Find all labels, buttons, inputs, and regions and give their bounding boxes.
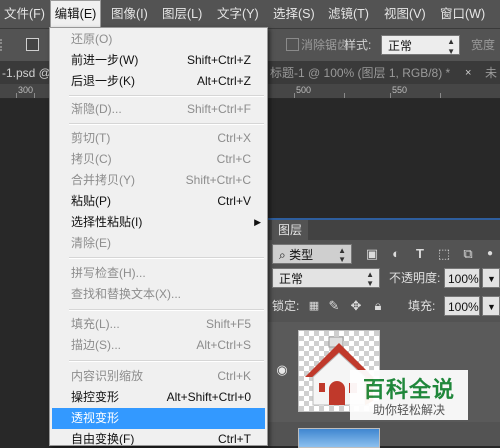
width-label: 宽度 bbox=[471, 38, 496, 52]
menu-item-copy[interactable]: 拷贝(C) Ctrl+C bbox=[52, 149, 265, 170]
fill-dropdown-icon[interactable]: ▼ bbox=[482, 296, 500, 316]
menu-item-step-backward[interactable]: 后退一步(K) Alt+Ctrl+Z bbox=[52, 71, 265, 92]
menu-window[interactable]: 窗口(W) bbox=[440, 0, 485, 28]
opacity-dropdown-icon[interactable]: ▼ bbox=[482, 268, 500, 288]
menu-item-spell-check[interactable]: 拼写检查(H)... bbox=[52, 263, 265, 284]
lock-transparent-icon[interactable]: ▦ bbox=[306, 298, 322, 314]
menu-separator bbox=[69, 257, 264, 259]
menu-item-paste[interactable]: 粘贴(P) Ctrl+V bbox=[52, 191, 265, 212]
shape-filter-icon[interactable]: ⬚ bbox=[436, 246, 452, 262]
new-selection-icon[interactable] bbox=[26, 38, 39, 51]
menu-item-content-aware-scale[interactable]: 内容识别缩放 Ctrl+K bbox=[52, 366, 265, 387]
edit-menu-dropdown: 还原(O) 前进一步(W) Shift+Ctrl+Z 后退一步(K) Alt+Ctr… bbox=[49, 27, 268, 446]
lock-all-icon[interactable]: 🔒︎ bbox=[370, 298, 386, 314]
doc-tab-2[interactable]: 标题-1 @ 100% (图层 1, RGB/8) * bbox=[270, 62, 450, 84]
filter-value: 类型 bbox=[289, 248, 314, 262]
layer-filter-row: ⌕ 类型 ▲ ▼ ▣ ◐ T ⬚ ⧉ ● bbox=[268, 240, 500, 268]
ruler-label: 500 bbox=[296, 85, 312, 95]
menu-item-clear[interactable]: 清除(E) bbox=[52, 233, 265, 254]
watermark-subtitle: 助你轻松解决 bbox=[372, 403, 445, 417]
menu-edit[interactable]: 编辑(E) bbox=[50, 0, 101, 28]
menu-item-copy-merged[interactable]: 合并拷贝(Y) Shift+Ctrl+C bbox=[52, 170, 265, 191]
tab-layers[interactable]: 图层 bbox=[272, 220, 309, 240]
style-value: 正常 bbox=[388, 39, 413, 53]
menu-item-undo[interactable]: 还原(O) bbox=[52, 29, 265, 50]
opacity-input[interactable]: 100% bbox=[444, 268, 480, 288]
blend-mode-select[interactable]: 正常 ▲ ▼ bbox=[272, 268, 380, 288]
lock-brush-icon[interactable]: ✎ bbox=[326, 298, 342, 314]
watermark: 百科全说 助你轻松解决 bbox=[350, 370, 468, 420]
menu-item-fill[interactable]: 填充(L)... Shift+F5 bbox=[52, 314, 265, 335]
menu-select[interactable]: 选择(S) bbox=[273, 0, 315, 28]
style-label: 样式: bbox=[344, 38, 372, 52]
menu-type[interactable]: 文字(Y) bbox=[217, 0, 259, 28]
blend-row: 正常 ▲ ▼ 不透明度: 100% ▼ bbox=[268, 268, 500, 292]
menu-item-paste-special[interactable]: 选择性粘贴(I) ▶ bbox=[52, 212, 265, 233]
ruler-label: 550 bbox=[392, 85, 408, 95]
visibility-eye-icon[interactable]: ◉ bbox=[274, 362, 290, 378]
menu-separator bbox=[69, 95, 264, 97]
close-icon[interactable]: × bbox=[465, 62, 471, 84]
layers-panel-header: 图层 bbox=[268, 220, 500, 240]
filter-search-icon: ⌕ bbox=[279, 248, 286, 262]
menu-item-stroke[interactable]: 描边(S)... Alt+Ctrl+S bbox=[52, 335, 265, 356]
menu-separator bbox=[69, 309, 264, 311]
antialias-label: 消除锯齿 bbox=[301, 38, 350, 52]
grip-handle[interactable] bbox=[0, 39, 10, 51]
menu-separator bbox=[69, 123, 264, 125]
menu-image[interactable]: 图像(I) bbox=[111, 0, 148, 28]
menu-item-fade[interactable]: 渐隐(D)... Shift+Ctrl+F bbox=[52, 99, 265, 120]
menu-item-free-transform[interactable]: 自由变换(F) Ctrl+T bbox=[52, 429, 265, 445]
doc-tab-1[interactable]: -1.psd @ bbox=[2, 62, 51, 84]
image-filter-icon[interactable]: ▣ bbox=[364, 246, 380, 262]
fill-label: 填充: bbox=[408, 299, 436, 313]
style-select[interactable]: 正常 ▲ ▼ bbox=[381, 35, 460, 56]
submenu-arrow-icon: ▶ bbox=[254, 217, 261, 227]
menu-item-perspective-warp[interactable]: 透视变形 bbox=[52, 408, 265, 429]
opacity-label: 不透明度: bbox=[389, 271, 441, 285]
lock-label: 锁定: bbox=[272, 299, 300, 313]
blend-mode-value: 正常 bbox=[279, 272, 304, 286]
lock-row: 锁定: ▦ ✎ ✥ 🔒︎ 填充: 100% ▼ bbox=[268, 296, 500, 320]
menu-bar: 文件(F) 编辑(E) 图像(I) 图层(L) 文字(Y) 选择(S) 滤镜(T… bbox=[0, 0, 500, 29]
menu-item-puppet-warp[interactable]: 操控变形 Alt+Shift+Ctrl+0 bbox=[52, 387, 265, 408]
menu-item-step-forward[interactable]: 前进一步(W) Shift+Ctrl+Z bbox=[52, 50, 265, 71]
menu-layer[interactable]: 图层(L) bbox=[162, 0, 202, 28]
select-arrows-icon: ▲ ▼ bbox=[366, 270, 374, 288]
layer-thumbnail bbox=[298, 428, 380, 448]
select-arrows-icon: ▲ ▼ bbox=[447, 37, 455, 56]
menu-file[interactable]: 文件(F) bbox=[4, 0, 45, 28]
fill-input[interactable]: 100% bbox=[444, 296, 480, 316]
select-arrows-icon: ▲ ▼ bbox=[338, 246, 346, 264]
doc-tab-3[interactable]: 未 bbox=[485, 62, 497, 84]
type-filter-icon[interactable]: T bbox=[412, 246, 428, 262]
menu-item-find-replace[interactable]: 查找和替换文本(X)... bbox=[52, 284, 265, 305]
filter-toggle-icon[interactable]: ● bbox=[482, 246, 498, 262]
layer-row[interactable] bbox=[268, 424, 500, 448]
watermark-title: 百科全说 bbox=[362, 378, 455, 403]
menu-filter[interactable]: 滤镜(T) bbox=[328, 0, 369, 28]
menu-view[interactable]: 视图(V) bbox=[384, 0, 426, 28]
layer-filter-select[interactable]: ⌕ 类型 ▲ ▼ bbox=[272, 244, 352, 264]
adjustment-filter-icon[interactable]: ◐ bbox=[388, 246, 404, 262]
ruler-label: 300 bbox=[18, 85, 34, 95]
menu-separator bbox=[69, 360, 264, 362]
lock-move-icon[interactable]: ✥ bbox=[348, 298, 364, 314]
menu-item-cut[interactable]: 剪切(T) Ctrl+X bbox=[52, 128, 265, 149]
smart-object-filter-icon[interactable]: ⧉ bbox=[460, 246, 476, 262]
antialias-checkbox[interactable] bbox=[286, 38, 299, 51]
